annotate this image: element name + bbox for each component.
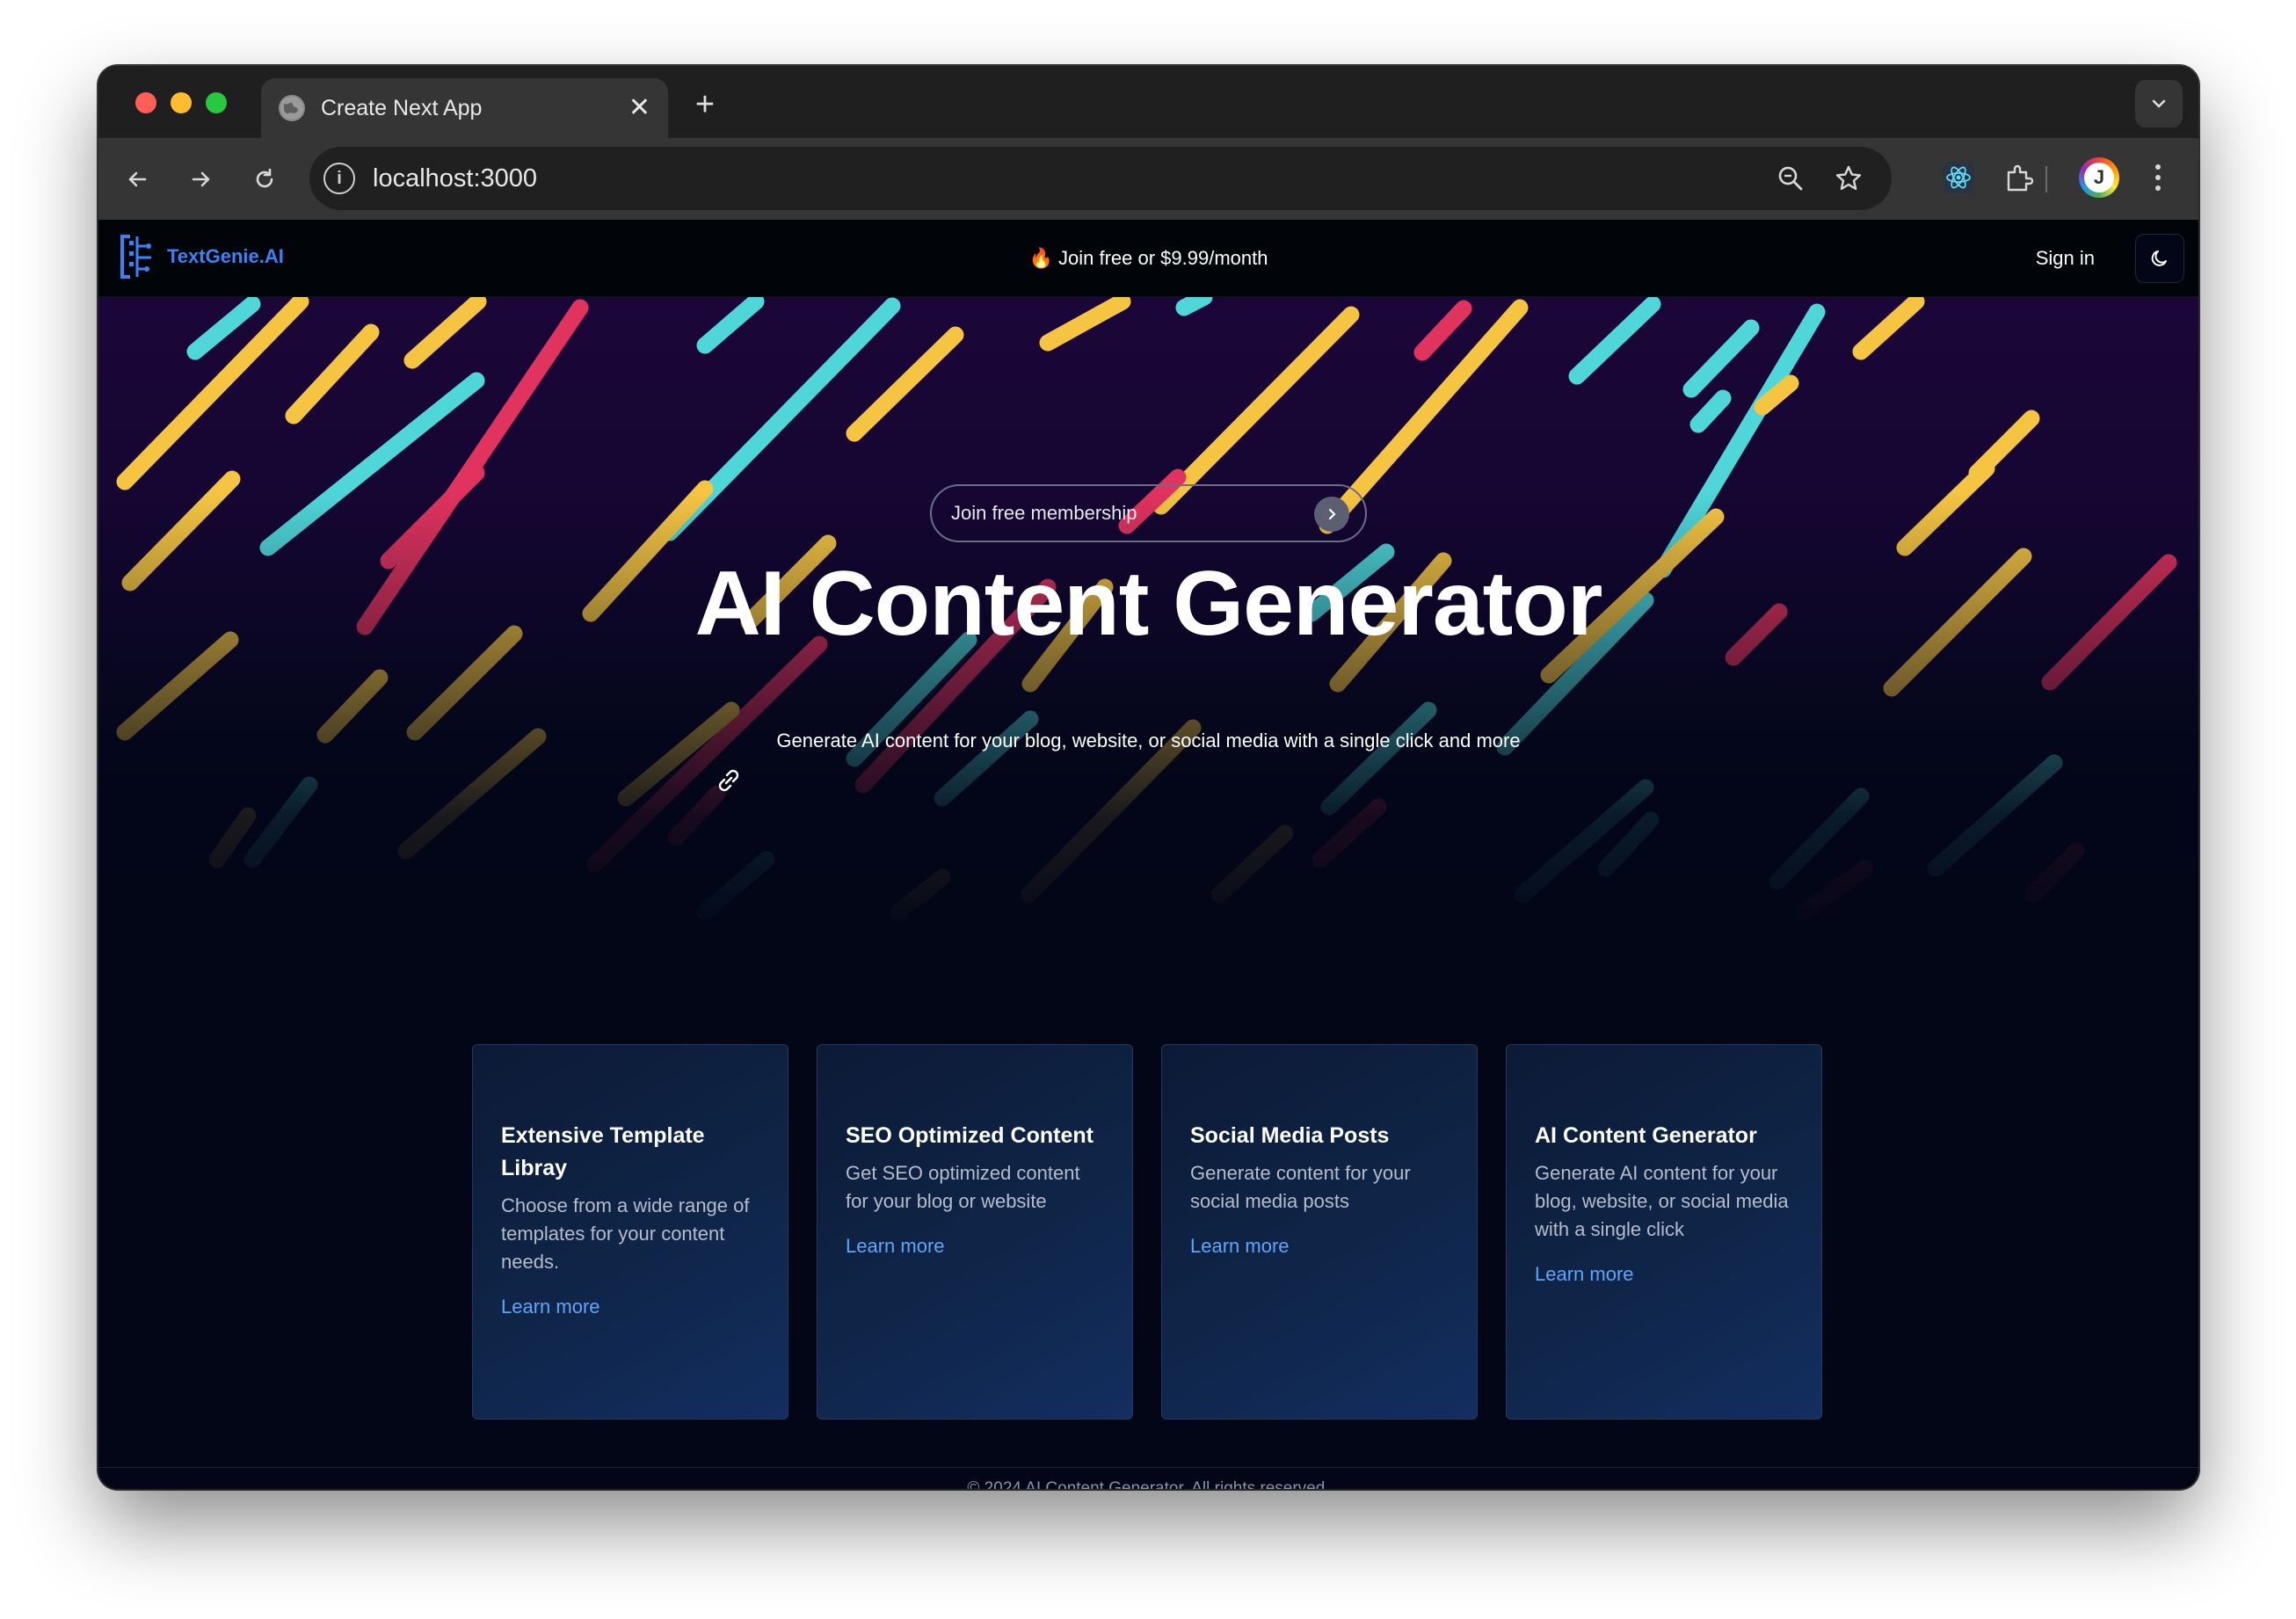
url-text[interactable]: localhost:3000 bbox=[373, 147, 537, 210]
chevron-right-icon[interactable] bbox=[1314, 497, 1349, 532]
tab-title: Create Next App bbox=[321, 95, 483, 120]
site-info-icon[interactable]: i bbox=[323, 163, 355, 194]
logo-icon bbox=[120, 235, 151, 279]
card-title: SEO Optimized Content bbox=[846, 1123, 1094, 1148]
menu-kebab-icon[interactable] bbox=[2136, 156, 2180, 200]
join-membership-pill[interactable]: Join free membership bbox=[930, 484, 1367, 542]
browser-window: Create Next App ✕ + i localhost:3000 J 🔥… bbox=[98, 66, 2198, 1489]
feature-card: Social Media Posts Generate content for … bbox=[1161, 1044, 1478, 1419]
card-title: Social Media Posts bbox=[1190, 1123, 1390, 1148]
feature-card: SEO Optimized Content Get SEO optimized … bbox=[817, 1044, 1133, 1419]
globe-icon bbox=[279, 95, 305, 121]
hero-section: Join free membership AI Content Generato… bbox=[98, 297, 2198, 947]
back-icon[interactable] bbox=[115, 157, 159, 201]
feature-card: AI Content Generator Generate AI content… bbox=[1506, 1044, 1822, 1419]
card-title: Extensive Template Libray bbox=[501, 1123, 705, 1180]
site-header: 🔥 Join free or $9.99/month TextGenie.AI … bbox=[98, 220, 2198, 297]
card-description: Generate AI content for your blog, websi… bbox=[1535, 1162, 1789, 1240]
card-description: Get SEO optimized content for your blog … bbox=[846, 1162, 1080, 1212]
tab-close-icon[interactable]: ✕ bbox=[628, 95, 650, 121]
sign-in-link[interactable]: Sign in bbox=[2036, 220, 2095, 297]
tab-search-chevron-icon[interactable] bbox=[2135, 80, 2183, 127]
reload-icon[interactable] bbox=[243, 157, 287, 201]
footer-copyright: © 2024 AI Content Generator. All rights … bbox=[967, 1479, 1330, 1489]
address-bar[interactable]: i localhost:3000 bbox=[309, 147, 1892, 210]
card-description: Choose from a wide range of templates fo… bbox=[501, 1194, 750, 1273]
card-description: Generate content for your social media p… bbox=[1190, 1162, 1411, 1212]
new-tab-button[interactable]: + bbox=[686, 85, 724, 124]
pill-label: Join free membership bbox=[951, 502, 1137, 524]
profile-avatar[interactable]: J bbox=[2079, 157, 2119, 198]
hero-title: AI Content Generator bbox=[694, 553, 1603, 655]
footer-divider bbox=[98, 1467, 2198, 1468]
react-devtools-icon[interactable] bbox=[1936, 156, 1980, 200]
learn-more-link[interactable]: Learn more bbox=[1190, 1235, 1449, 1258]
learn-more-link[interactable]: Learn more bbox=[501, 1296, 759, 1318]
brand-name: TextGenie.AI bbox=[167, 245, 284, 267]
learn-more-link[interactable]: Learn more bbox=[1535, 1263, 1793, 1286]
learn-more-link[interactable]: Learn more bbox=[846, 1235, 1104, 1258]
promo-banner[interactable]: 🔥 Join free or $9.99/month bbox=[98, 220, 2198, 297]
bookmark-star-icon[interactable] bbox=[1831, 161, 1866, 196]
tab-strip: Create Next App ✕ + bbox=[98, 66, 2198, 138]
app-page: 🔥 Join free or $9.99/month TextGenie.AI … bbox=[98, 220, 2198, 1489]
zoom-window-button[interactable] bbox=[206, 92, 227, 113]
link-icon[interactable] bbox=[711, 763, 746, 798]
brand-logo[interactable]: TextGenie.AI bbox=[120, 234, 284, 280]
feature-card: Extensive Template Libray Choose from a … bbox=[472, 1044, 788, 1419]
browser-tab[interactable]: Create Next App ✕ bbox=[261, 78, 668, 138]
toolbar-separator bbox=[2045, 166, 2047, 192]
minimize-window-button[interactable] bbox=[171, 92, 192, 113]
close-window-button[interactable] bbox=[135, 92, 156, 113]
card-title: AI Content Generator bbox=[1535, 1123, 1757, 1148]
hero-subtitle: Generate AI content for your blog, websi… bbox=[776, 730, 1521, 751]
forward-icon[interactable] bbox=[179, 157, 223, 201]
zoom-icon[interactable] bbox=[1773, 161, 1808, 196]
browser-toolbar: i localhost:3000 J bbox=[98, 138, 2198, 220]
extensions-icon[interactable] bbox=[1997, 156, 2041, 200]
moon-icon[interactable] bbox=[2135, 234, 2184, 283]
